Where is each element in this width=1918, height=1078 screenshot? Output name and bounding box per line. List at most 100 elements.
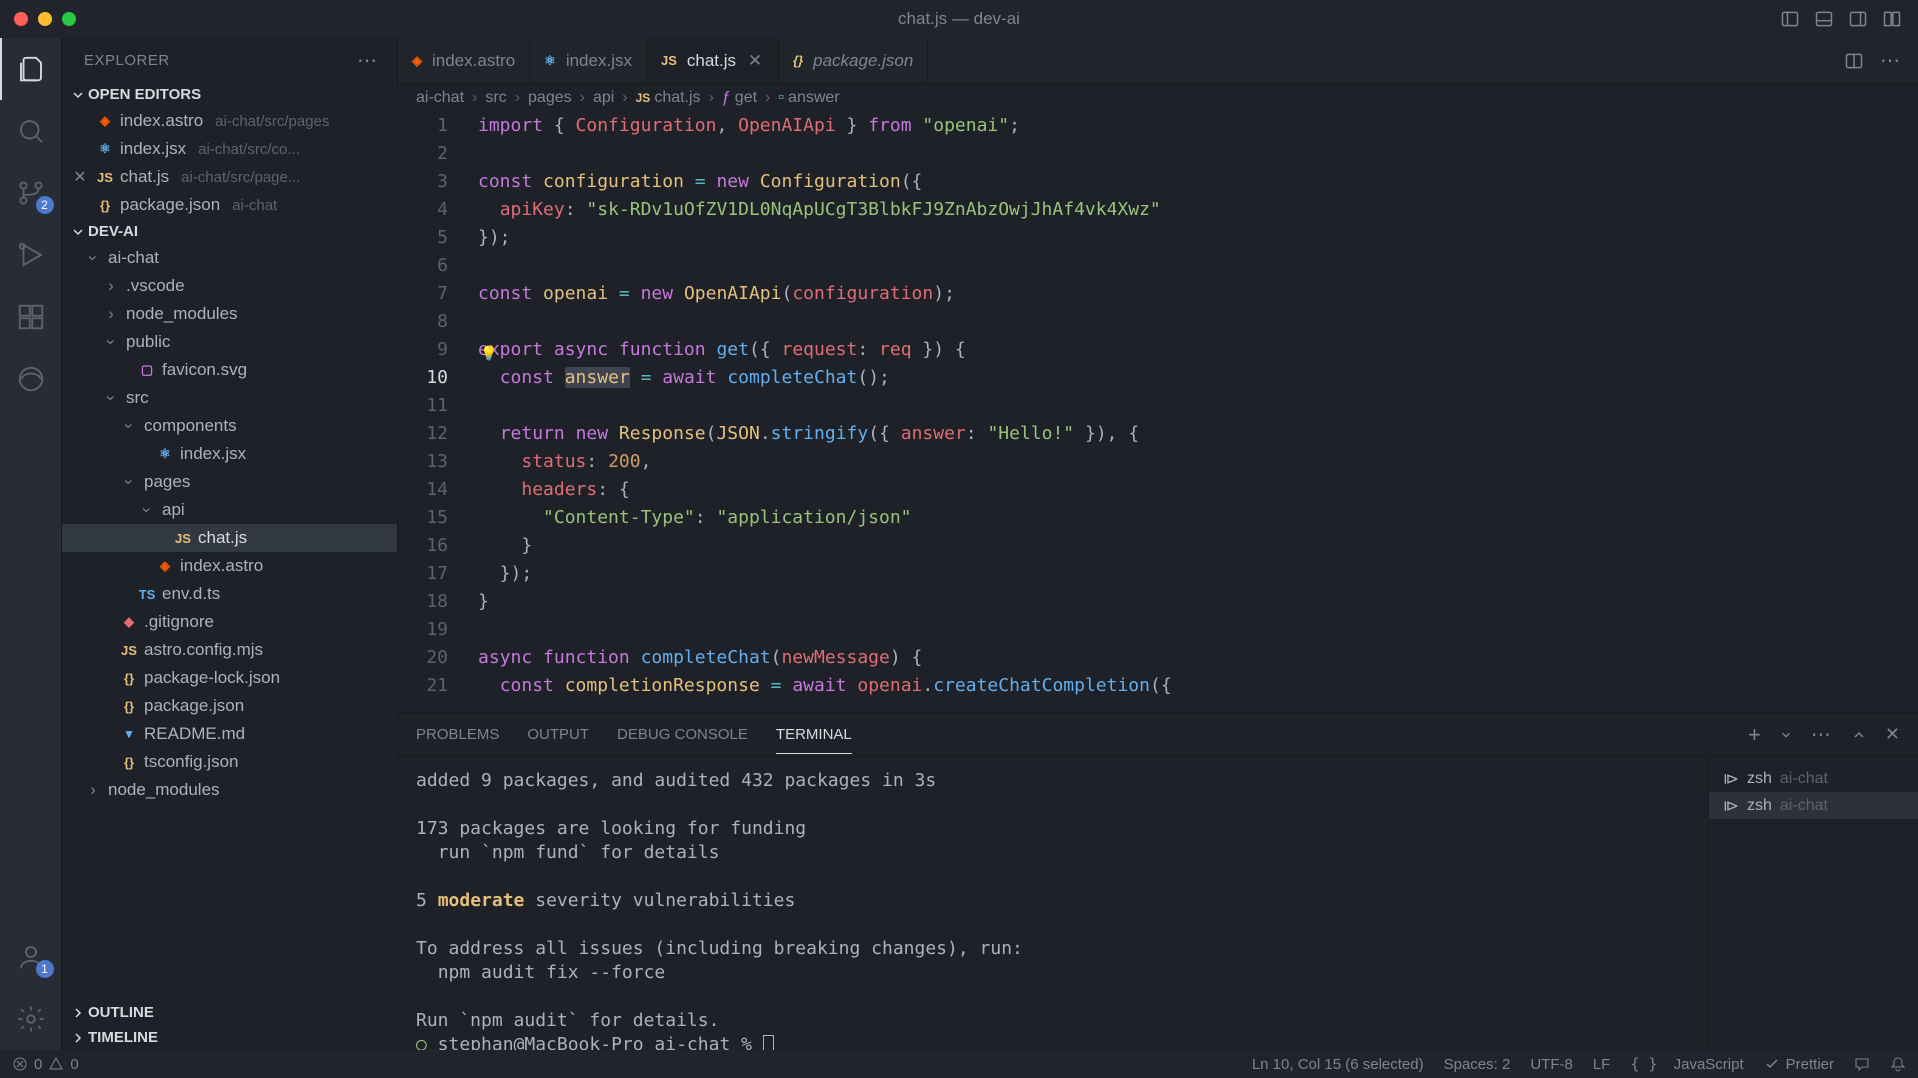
bell-icon[interactable] [1890, 1056, 1906, 1072]
file-item[interactable]: ⚛ index.jsx [62, 440, 397, 468]
explorer-title: EXPLORER [84, 52, 170, 69]
file-path: ai-chat/src/co... [198, 141, 300, 158]
open-editor-item[interactable]: ◈ index.astro ai-chat/src/pages [62, 107, 397, 135]
file-item[interactable]: {} package-lock.json [62, 664, 397, 692]
terminal-instance[interactable]: ⧐ zsh ai-chat [1709, 765, 1918, 792]
panel-tab[interactable]: TERMINAL [776, 716, 852, 754]
editor[interactable]: 123456789101112131415161718192021 import… [398, 112, 1918, 712]
account-activity[interactable]: 1 [0, 926, 62, 988]
breadcrumb-segment[interactable]: ▫ answer [778, 89, 839, 107]
panel-tab[interactable]: OUTPUT [527, 716, 589, 754]
terminal-instance[interactable]: ⧐ zsh ai-chat [1709, 792, 1918, 819]
close-window-button[interactable] [14, 12, 28, 26]
status-errors[interactable]: 0 0 [12, 1056, 79, 1073]
code-area[interactable]: import { Configuration, OpenAIApi } from… [478, 112, 1918, 712]
panel-right-icon[interactable] [1848, 9, 1868, 29]
panel-bottom-icon[interactable] [1814, 9, 1834, 29]
maximize-panel-icon[interactable] [1851, 727, 1867, 743]
line-gutter: 123456789101112131415161718192021 [398, 112, 478, 712]
file-icon: JS [120, 643, 138, 658]
terminal-output[interactable]: added 9 packages, and audited 432 packag… [398, 757, 1708, 1050]
settings-activity[interactable] [0, 988, 62, 1050]
terminal-list: ⧐ zsh ai-chat⧐ zsh ai-chat [1708, 757, 1918, 1050]
open-editor-item[interactable]: ⚛ index.jsx ai-chat/src/co... [62, 135, 397, 163]
explorer-activity[interactable] [0, 38, 62, 100]
breadcrumb-segment[interactable]: JS chat.js [636, 89, 701, 107]
folder-item[interactable]: api [62, 496, 397, 524]
editor-tab[interactable]: ◈ index.astro [398, 38, 530, 83]
file-item[interactable]: ◆ .gitignore [62, 608, 397, 636]
folder-item[interactable]: components [62, 412, 397, 440]
breadcrumb[interactable]: ai-chat›src›pages›api›JS chat.js›ƒ get›▫… [398, 84, 1918, 112]
file-item[interactable]: {} package.json [62, 692, 397, 720]
folder-item[interactable]: public [62, 328, 397, 356]
file-item[interactable]: TS env.d.ts [62, 580, 397, 608]
breadcrumb-segment[interactable]: ƒ get [722, 89, 757, 107]
debug-activity[interactable] [0, 224, 62, 286]
status-prettier[interactable]: Prettier [1764, 1056, 1834, 1073]
tab-more-button[interactable]: ⋯ [1880, 48, 1902, 73]
file-item[interactable]: JS chat.js [62, 524, 397, 552]
status-spaces[interactable]: Spaces: 2 [1444, 1056, 1511, 1073]
sidebar-more-button[interactable]: ⋯ [357, 48, 379, 73]
layout-icon[interactable] [1882, 9, 1902, 29]
file-item[interactable]: {} tsconfig.json [62, 748, 397, 776]
terminal-dropdown-icon[interactable] [1779, 728, 1793, 742]
status-eol[interactable]: LF [1593, 1056, 1611, 1073]
status-encoding[interactable]: UTF-8 [1530, 1056, 1573, 1073]
file-name: package.json [144, 696, 244, 716]
close-tab-button[interactable]: ✕ [746, 51, 764, 71]
folder-chevron-icon [120, 472, 138, 492]
folder-item[interactable]: node_modules [62, 300, 397, 328]
breadcrumb-segment[interactable]: src [485, 89, 506, 107]
status-cursor[interactable]: Ln 10, Col 15 (6 selected) [1252, 1056, 1424, 1073]
title-actions [1780, 9, 1902, 29]
status-language[interactable]: { } JavaScript [1630, 1055, 1743, 1073]
breadcrumb-segment[interactable]: ai-chat [416, 89, 464, 107]
new-terminal-button[interactable]: + [1748, 722, 1761, 748]
file-icon: {} [96, 198, 114, 213]
split-editor-icon[interactable] [1844, 51, 1864, 71]
feedback-icon[interactable] [1854, 1056, 1870, 1072]
folder-item[interactable]: ai-chat [62, 244, 397, 272]
panel-toggle-icon[interactable] [1780, 9, 1800, 29]
folder-item[interactable]: src [62, 384, 397, 412]
close-editor-button[interactable]: ✕ [70, 167, 90, 187]
terminal-icon: ⧐ [1723, 796, 1739, 815]
close-panel-button[interactable]: ✕ [1885, 724, 1900, 745]
folder-chevron-icon [84, 248, 102, 268]
timeline-header[interactable]: TIMELINE [62, 1025, 397, 1050]
editor-tab[interactable]: JS chat.js ✕ [647, 38, 779, 83]
scm-activity[interactable]: 2 [0, 162, 62, 224]
maximize-window-button[interactable] [62, 12, 76, 26]
folder-chevron-icon [102, 304, 120, 324]
breadcrumb-segment[interactable]: pages [528, 89, 572, 107]
terminal-cwd: ai-chat [1780, 797, 1828, 815]
file-item[interactable]: ▾ README.md [62, 720, 397, 748]
panel-tab[interactable]: PROBLEMS [416, 716, 499, 754]
open-editors-header[interactable]: OPEN EDITORS [62, 82, 397, 107]
file-item[interactable]: JS astro.config.mjs [62, 636, 397, 664]
breadcrumb-segment[interactable]: api [593, 89, 614, 107]
folder-item[interactable]: pages [62, 468, 397, 496]
file-icon: {} [120, 671, 138, 686]
file-icon: {} [793, 53, 803, 68]
search-activity[interactable] [0, 100, 62, 162]
panel-tab[interactable]: DEBUG CONSOLE [617, 716, 748, 754]
file-item[interactable]: ◈ index.astro [62, 552, 397, 580]
panel-more-button[interactable]: ⋯ [1811, 722, 1833, 747]
editor-tab[interactable]: ⚛ index.jsx [530, 38, 647, 83]
minimize-window-button[interactable] [38, 12, 52, 26]
open-editor-item[interactable]: ✕ JS chat.js ai-chat/src/page... [62, 163, 397, 191]
folder-item[interactable]: .vscode [62, 272, 397, 300]
edge-activity[interactable] [0, 348, 62, 410]
outline-header[interactable]: OUTLINE [62, 1000, 397, 1025]
folder-item[interactable]: node_modules [62, 776, 397, 804]
extensions-activity[interactable] [0, 286, 62, 348]
sidebar: EXPLORER ⋯ OPEN EDITORS ◈ index.astro ai… [62, 38, 398, 1050]
file-item[interactable]: ▢ favicon.svg [62, 356, 397, 384]
open-editor-item[interactable]: {} package.json ai-chat [62, 191, 397, 219]
editor-tab[interactable]: {} package.json [779, 38, 928, 83]
workspace-header[interactable]: DEV-AI [62, 219, 397, 244]
file-name: index.astro [180, 556, 263, 576]
